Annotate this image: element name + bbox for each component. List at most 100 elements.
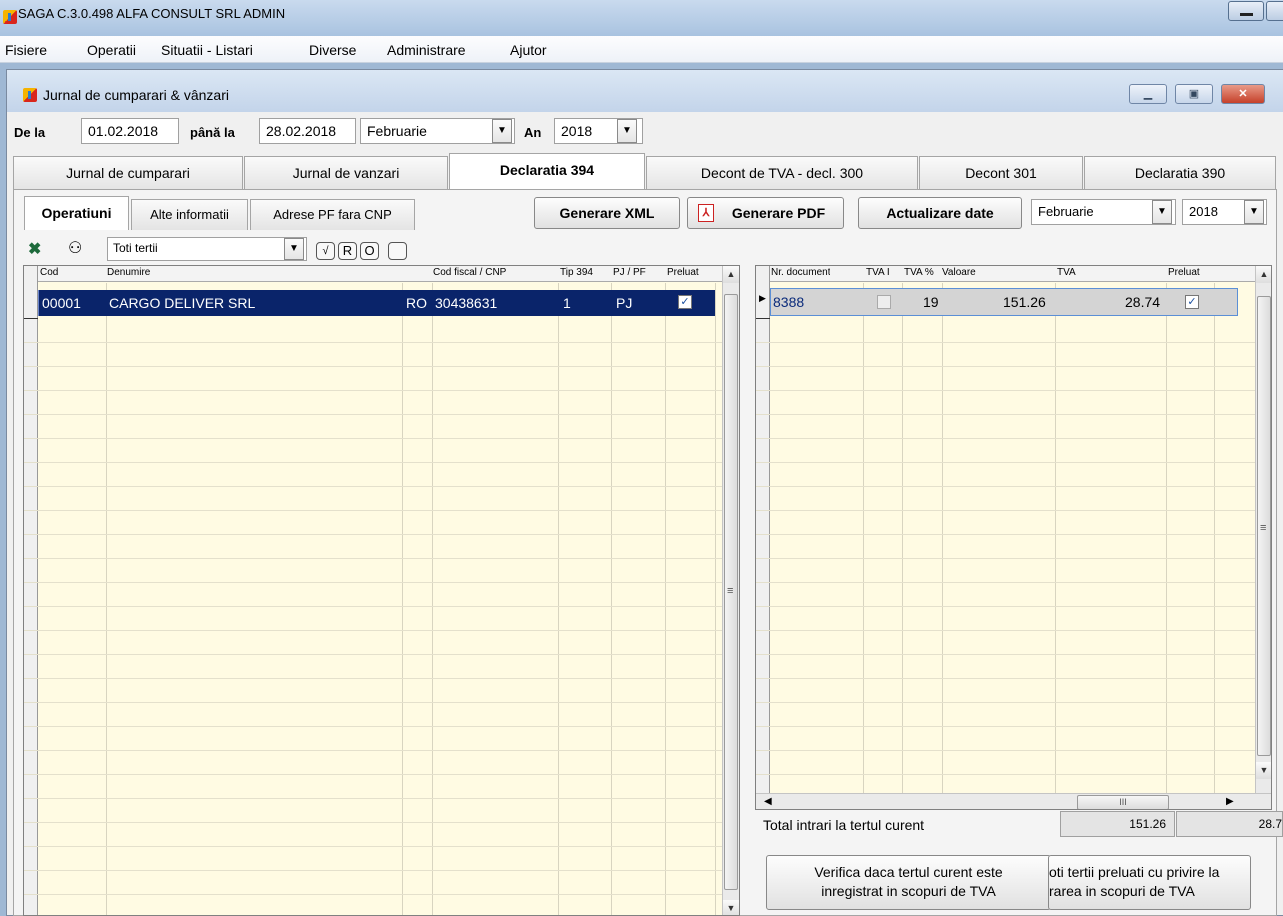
subtab-operatiuni[interactable]: Operatiuni	[24, 196, 129, 230]
doc-valoare: 151.26	[1003, 294, 1046, 310]
tertii-filter-arrow-icon[interactable]: ▼	[284, 238, 304, 260]
scroll-down-icon[interactable]: ▼	[723, 900, 739, 915]
col-denumire[interactable]: Denumire	[107, 267, 150, 278]
totals-label: Total intrari la tertul curent	[763, 817, 925, 833]
row-preluat-checkbox[interactable]: ✓	[678, 295, 692, 309]
table-row[interactable]: 8388 19 151.26 28.74 ✓	[770, 288, 1238, 316]
scroll-thumb[interactable]: ≡	[724, 294, 738, 890]
col-tva-i[interactable]: TVA I	[866, 267, 902, 278]
date-to-input[interactable]: 28.02.2018	[259, 118, 356, 144]
month-dropdown-arrow-icon[interactable]: ▼	[492, 119, 512, 143]
subtab-adrese-pf[interactable]: Adrese PF fara CNP	[250, 199, 415, 230]
journal-window-titlebar: Jurnal de cumparari & vânzari ▁ ▣ ✕	[7, 70, 1283, 112]
tertii-vscrollbar[interactable]: ▲ ≡ ▼	[722, 266, 739, 915]
doc-tva-i-checkbox[interactable]	[877, 295, 891, 309]
generare-pdf-label: Generare PDF	[731, 205, 826, 221]
doc-tva-pct: 19	[923, 294, 939, 310]
menu-situatii[interactable]: Situatii - Listari	[161, 42, 253, 58]
row-cif-prefix: RO	[406, 295, 427, 311]
doc-scroll-down-icon[interactable]: ▼	[1256, 762, 1271, 779]
col-tva[interactable]: TVA	[1057, 267, 1076, 278]
filter-check-button[interactable]: √	[316, 242, 335, 260]
menu-bar: Fisiere Operatii Situatii - Listari Dive…	[0, 36, 1283, 63]
verifica-toti-tertii-button[interactable]: oti tertii preluati cu privire la rarea …	[1048, 855, 1251, 910]
action-month-value: Februarie	[1038, 204, 1094, 219]
excel-export-icon[interactable]: ✖	[28, 239, 41, 259]
year-dropdown-arrow-icon[interactable]: ▼	[617, 119, 637, 143]
tab-decont-301[interactable]: Decont 301	[919, 156, 1083, 190]
current-row-arrow-icon: ▶	[759, 293, 766, 303]
pdf-icon: ⅄	[698, 204, 714, 222]
filter-o-button[interactable]: O	[360, 242, 379, 260]
window-app-icon	[23, 88, 37, 102]
doc-nr: 8388	[773, 294, 805, 310]
col-nr-document[interactable]: Nr. document	[771, 267, 830, 278]
tab-declaratia-394[interactable]: Declaratia 394	[449, 153, 645, 189]
col-preluat[interactable]: Preluat	[667, 267, 699, 278]
table-row[interactable]: 00001 CARGO DELIVER SRL RO 30438631 1 PJ…	[38, 290, 715, 316]
col-valoare[interactable]: Valoare	[942, 267, 976, 278]
hscroll-thumb[interactable]: III	[1077, 795, 1169, 809]
total-valoare: 151.26	[1060, 811, 1175, 837]
saga-app-icon	[3, 10, 17, 24]
documente-hscrollbar[interactable]: ◀ III ▶	[756, 793, 1271, 809]
menu-administrare[interactable]: Administrare	[387, 42, 466, 58]
tab-decont-tva-300[interactable]: Decont de TVA - decl. 300	[646, 156, 918, 190]
to-label: până la	[190, 125, 235, 140]
verifica-tert-curent-button[interactable]: Verifica daca tertul curent este inregis…	[766, 855, 1051, 910]
window-close-button[interactable]: ✕	[1221, 84, 1265, 104]
col-cod[interactable]: Cod	[40, 267, 58, 278]
toti-line-1: oti tertii preluati cu privire la	[1049, 864, 1220, 880]
menu-diverse[interactable]: Diverse	[309, 42, 356, 58]
row-cod: 00001	[42, 295, 81, 311]
row-denumire: CARGO DELIVER SRL	[109, 295, 256, 311]
row-tip-394: 1	[563, 295, 571, 311]
hscroll-right-icon[interactable]: ▶	[1226, 796, 1234, 807]
tertii-filter-select[interactable]: Toti tertii	[107, 237, 307, 261]
tertii-grid-header: Cod Denumire Cod fiscal / CNP Tip 394 PJ…	[24, 266, 739, 282]
doc-scroll-up-icon[interactable]: ▲	[1256, 266, 1271, 283]
col-pj-pf[interactable]: PJ / PF	[613, 267, 646, 278]
filter-r-button[interactable]: R	[338, 242, 357, 260]
scroll-grip-icon: ≡	[727, 585, 734, 597]
col-tva-pct[interactable]: TVA %	[904, 267, 934, 278]
col-cod-fiscal[interactable]: Cod fiscal / CNP	[433, 267, 506, 278]
generare-pdf-button[interactable]: ⅄ Generare PDF	[687, 197, 844, 229]
window-title: Jurnal de cumparari & vânzari	[43, 87, 229, 103]
app-maximize-button[interactable]	[1266, 1, 1283, 21]
tertii-row-indicator	[24, 266, 38, 915]
filter-blank-button[interactable]	[388, 242, 407, 260]
app-minimize-button[interactable]	[1228, 1, 1264, 21]
generare-xml-button[interactable]: Generare XML	[534, 197, 680, 229]
toti-line-2: rarea in scopuri de TVA	[1049, 883, 1195, 899]
date-from-input[interactable]: 01.02.2018	[81, 118, 179, 144]
doc-scroll-thumb[interactable]: ≡	[1257, 296, 1271, 756]
doc-scroll-grip-icon: ≡	[1260, 522, 1267, 534]
col-tip-394[interactable]: Tip 394	[560, 267, 593, 278]
menu-fisiere[interactable]: Fisiere	[5, 42, 47, 58]
scroll-up-icon[interactable]: ▲	[723, 266, 739, 283]
tab-jurnal-vanzari[interactable]: Jurnal de vanzari	[244, 156, 448, 190]
verifica-line-2: inregistrat in scopuri de TVA	[821, 883, 996, 899]
verifica-line-1: Verifica daca tertul curent este	[814, 864, 1003, 880]
row-cif: 30438631	[435, 295, 498, 311]
tab-jurnal-cumparari[interactable]: Jurnal de cumparari	[13, 156, 243, 190]
window-minimize-button[interactable]: ▁	[1129, 84, 1167, 104]
hscroll-left-icon[interactable]: ◀	[764, 796, 772, 807]
year-label: An	[524, 125, 542, 140]
subtab-alte-informatii[interactable]: Alte informatii	[131, 199, 248, 230]
from-label: De la	[14, 125, 46, 140]
documente-row-indicator: ▶	[756, 266, 770, 809]
action-year-arrow-icon[interactable]: ▼	[1244, 200, 1264, 224]
menu-ajutor[interactable]: Ajutor	[510, 42, 547, 58]
actualizare-date-button[interactable]: Actualizare date	[858, 197, 1022, 229]
col-preluat-doc[interactable]: Preluat	[1168, 267, 1200, 278]
menu-operatii[interactable]: Operatii	[87, 42, 136, 58]
window-restore-button[interactable]: ▣	[1175, 84, 1213, 104]
doc-preluat-checkbox[interactable]: ✓	[1185, 295, 1199, 309]
binoculars-search-icon[interactable]: ⚇	[68, 238, 82, 258]
action-month-arrow-icon[interactable]: ▼	[1152, 200, 1172, 224]
documente-grid: Nr. document TVA I TVA % Valoare TVA Pre…	[755, 265, 1272, 810]
tab-declaratia-390[interactable]: Declaratia 390	[1084, 156, 1276, 190]
documente-vscrollbar[interactable]: ▲ ≡ ▼	[1255, 266, 1271, 793]
